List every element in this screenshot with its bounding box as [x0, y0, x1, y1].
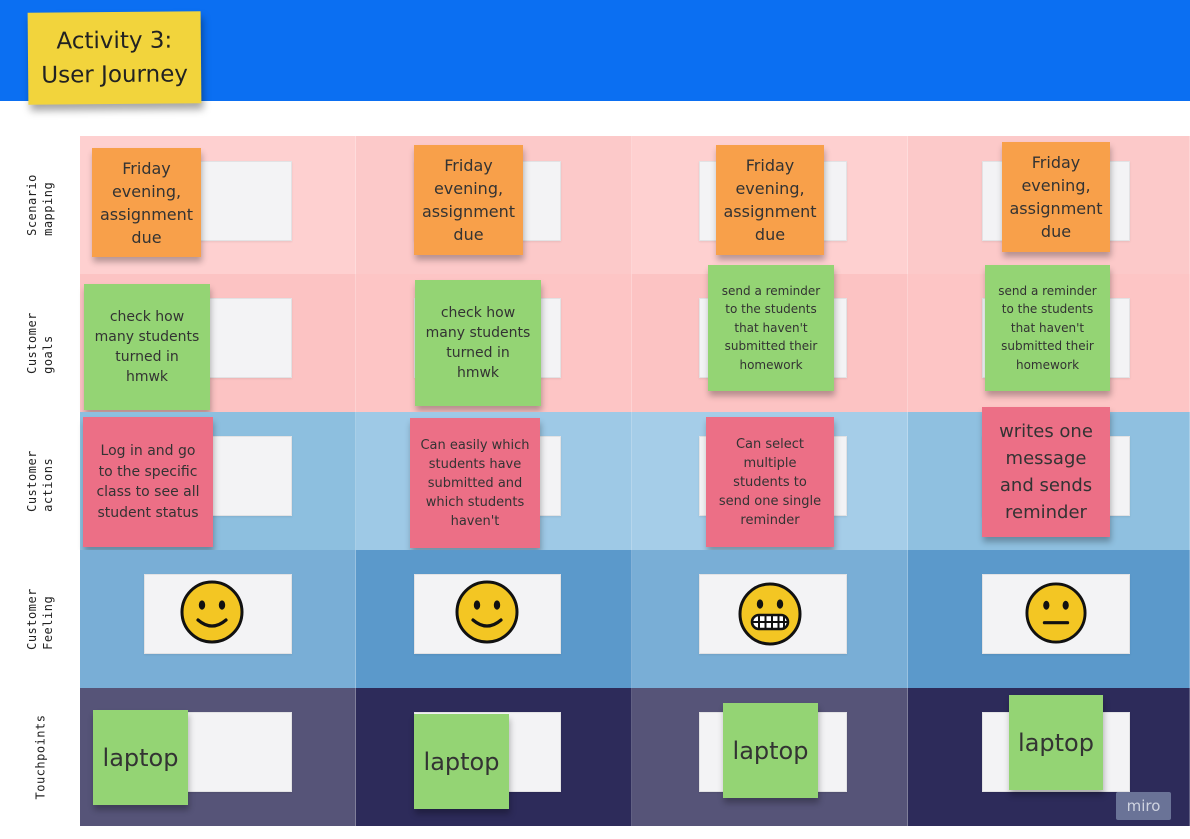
sticky-note[interactable]: Friday evening, assignment due [1002, 142, 1110, 252]
row-label: Customer actions [24, 450, 55, 512]
sticky-note[interactable]: check how many students turned in hmwk [415, 280, 541, 406]
row-customer-feeling: Customer Feeling [0, 550, 1190, 688]
row-label: Customer goals [24, 312, 55, 374]
slightly-smiling-face-icon [180, 580, 244, 644]
title-sticky-note[interactable]: Activity 3: User Journey [27, 11, 202, 105]
sticky-note[interactable]: Can easily which students have submitted… [410, 418, 540, 548]
sticky-note[interactable]: laptop [723, 703, 818, 798]
sticky-note[interactable]: Friday evening, assignment due [92, 148, 201, 257]
neutral-face-icon [1025, 582, 1087, 644]
grimacing-face-icon [738, 582, 802, 646]
sticky-note[interactable]: writes one message and sends reminder [982, 407, 1110, 537]
sticky-note[interactable]: laptop [414, 714, 509, 809]
sticky-note[interactable]: check how many students turned in hmwk [84, 284, 210, 410]
slightly-smiling-face-icon [455, 580, 519, 644]
row-touchpoints: Touchpoints laptop laptop laptop laptop [0, 688, 1190, 826]
row-customer-actions: Customer actions Log in and go to the sp… [0, 407, 1190, 550]
sticky-note[interactable]: Log in and go to the specific class to s… [83, 417, 213, 547]
sticky-note[interactable]: send a reminder to the students that hav… [708, 265, 834, 391]
sticky-note[interactable]: Friday evening, assignment due [414, 145, 523, 255]
row-scenario-mapping: Scenario mapping Friday evening, assignm… [0, 136, 1190, 274]
journey-board: Scenario mapping Friday evening, assignm… [0, 136, 1190, 826]
row-customer-goals: Customer goals check how many students t… [0, 265, 1190, 412]
sticky-note[interactable]: send a reminder to the students that hav… [985, 265, 1110, 391]
sticky-note[interactable]: Can select multiple students to send one… [706, 417, 834, 547]
row-label: Touchpoints [33, 714, 48, 800]
sticky-note[interactable]: laptop [93, 710, 188, 805]
row-label: Scenario mapping [24, 174, 55, 236]
miro-watermark: miro [1116, 792, 1171, 820]
sticky-note[interactable]: laptop [1009, 695, 1103, 790]
row-label: Customer Feeling [24, 588, 55, 650]
sticky-note[interactable]: Friday evening, assignment due [716, 145, 824, 255]
